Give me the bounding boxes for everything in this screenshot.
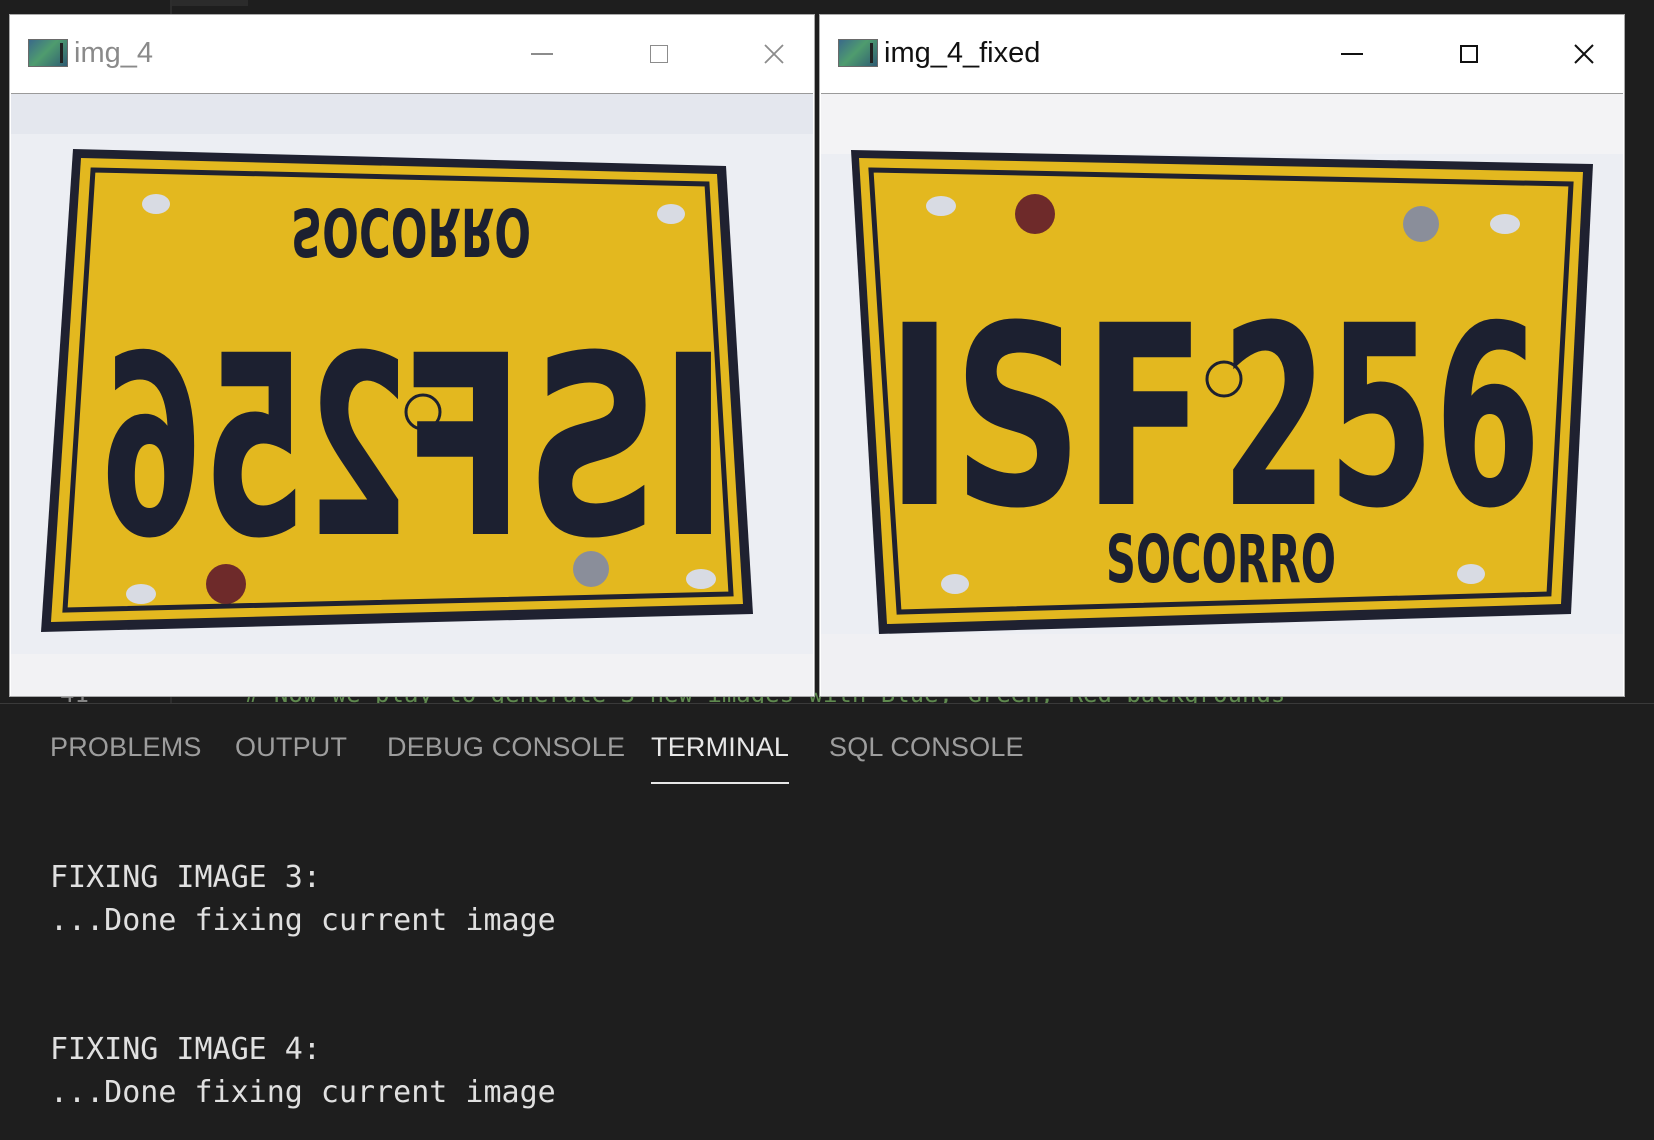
image-window-fixed[interactable]: img_4_fixed ISF 256 SOCORRO bbox=[819, 14, 1625, 697]
tab-output[interactable]: OUTPUT bbox=[235, 732, 347, 763]
plate-city: SOCORRO bbox=[1106, 521, 1336, 598]
image-app-icon bbox=[28, 39, 68, 67]
window-titlebar[interactable]: img_4_fixed bbox=[820, 15, 1624, 92]
terminal-line: FIXING IMAGE 3: bbox=[50, 860, 321, 895]
close-icon bbox=[764, 44, 784, 64]
plate-digits: 256 bbox=[1221, 272, 1541, 563]
minimize-icon bbox=[1341, 53, 1363, 55]
window-titlebar[interactable]: img_4 bbox=[10, 15, 814, 92]
license-plate-image: SOCORRO ISF 256 bbox=[11, 94, 813, 696]
plate-letters: ISF bbox=[886, 272, 1206, 563]
terminal-line: FIXING IMAGE 4: bbox=[50, 1032, 321, 1067]
minimize-button[interactable] bbox=[1330, 34, 1374, 74]
maximize-icon bbox=[650, 45, 668, 63]
tab-terminal[interactable]: TERMINAL bbox=[651, 732, 790, 784]
license-plate-image: ISF 256 SOCORRO bbox=[821, 94, 1623, 696]
maximize-icon bbox=[1460, 45, 1478, 63]
plate-city: SOCORRO bbox=[291, 193, 531, 270]
plate-digits: 256 bbox=[100, 302, 410, 593]
tab-debug-console[interactable]: DEBUG CONSOLE bbox=[387, 732, 625, 763]
close-button[interactable] bbox=[1562, 34, 1606, 74]
image-canvas[interactable]: SOCORRO ISF 256 bbox=[11, 93, 813, 696]
minimize-button[interactable] bbox=[520, 34, 564, 74]
tab-problems[interactable]: PROBLEMS bbox=[50, 732, 202, 763]
terminal-line: ...Done fixing current image bbox=[50, 1075, 556, 1110]
editor-gutter-highlight bbox=[172, 0, 248, 6]
terminal-line: ...Done fixing current image bbox=[50, 903, 556, 938]
tab-sql-console[interactable]: SQL CONSOLE bbox=[829, 732, 1024, 763]
minimize-icon bbox=[531, 53, 553, 55]
plate-letters: ISF bbox=[398, 302, 728, 593]
image-window-original[interactable]: img_4 SOCORRO ISF 256 bbox=[9, 14, 815, 697]
maximize-button[interactable] bbox=[637, 34, 681, 74]
maximize-button[interactable] bbox=[1447, 34, 1491, 74]
window-title: img_4 bbox=[74, 37, 153, 69]
image-canvas[interactable]: ISF 256 SOCORRO bbox=[821, 93, 1623, 696]
bottom-panel: PROBLEMS OUTPUT DEBUG CONSOLE TERMINAL S… bbox=[0, 703, 1654, 1140]
close-icon bbox=[1574, 44, 1594, 64]
image-app-icon bbox=[838, 39, 878, 67]
close-button[interactable] bbox=[752, 34, 796, 74]
window-title: img_4_fixed bbox=[884, 37, 1041, 69]
